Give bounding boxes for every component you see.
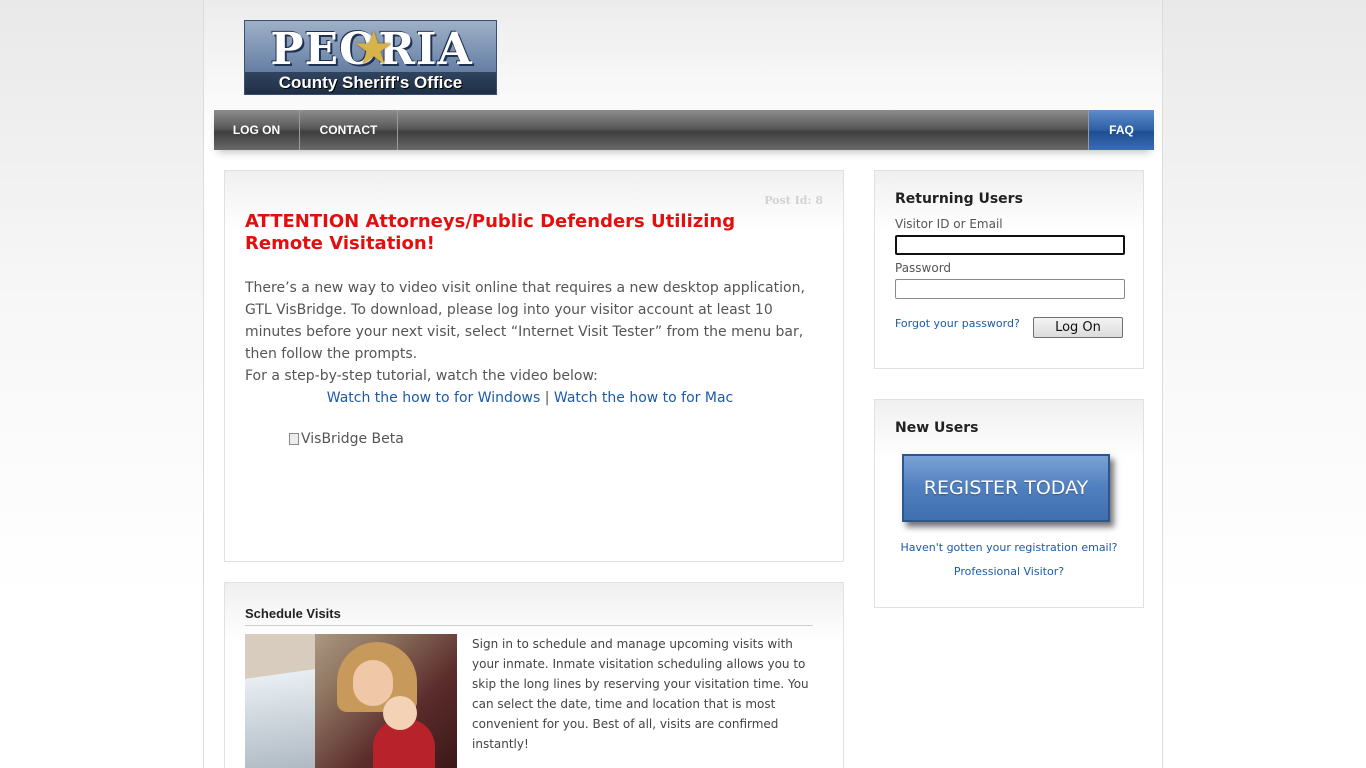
registration-email-link[interactable]: Haven't gotten your registration email? — [875, 541, 1143, 554]
nav-item-contact[interactable]: CONTACT — [300, 110, 398, 150]
announcement-panel: Post Id: 8 ATTENTION Attorneys/Public De… — [224, 170, 844, 562]
schedule-visits-photo — [245, 634, 457, 768]
new-users-title: New Users — [895, 420, 979, 436]
new-users-panel: New Users REGISTER TODAY Haven't gotten … — [874, 399, 1144, 608]
site-logo[interactable]: PEORIA ★ County Sheriff's Office — [244, 20, 497, 95]
schedule-visits-text: Sign in to schedule and manage upcoming … — [472, 637, 809, 751]
nav-item-faq[interactable]: FAQ — [1088, 110, 1154, 150]
visbridge-image-alt: VisBridge Beta — [301, 431, 404, 447]
password-input[interactable] — [895, 279, 1125, 299]
returning-users-panel: Returning Users Visitor ID or Email Pass… — [874, 170, 1144, 369]
password-label: Password — [895, 261, 952, 275]
page-container: PEORIA ★ County Sheriff's Office LOG ON … — [203, 0, 1163, 768]
mac-tutorial-link[interactable]: Watch the how to for Mac — [554, 390, 733, 406]
log-on-button[interactable]: Log On — [1033, 317, 1123, 338]
post-id: Post Id: 8 — [764, 194, 823, 207]
post-paragraph-1: There’s a new way to video visit online … — [245, 280, 805, 362]
post-paragraph-2: For a step-by-step tutorial, watch the v… — [245, 368, 598, 384]
post-headline: ATTENTION Attorneys/Public Defenders Uti… — [245, 211, 736, 254]
visitor-id-input[interactable] — [895, 235, 1125, 255]
professional-visitor-link[interactable]: Professional Visitor? — [875, 565, 1143, 578]
main-nav: LOG ON CONTACT FAQ — [214, 110, 1154, 150]
visitor-id-label: Visitor ID or Email — [895, 217, 1003, 231]
schedule-visits-title: Schedule Visits — [245, 606, 813, 626]
tutorial-links: Watch the how to for Windows | Watch the… — [245, 387, 815, 409]
visbridge-image: VisBridge Beta — [289, 431, 404, 447]
schedule-visits-panel: Schedule Visits Sign in to schedule and … — [224, 582, 844, 768]
link-separator: | — [540, 390, 554, 406]
returning-users-title: Returning Users — [895, 191, 1023, 207]
broken-image-icon — [289, 433, 299, 445]
sheriff-star-icon: ★ — [353, 22, 395, 74]
register-today-button[interactable]: REGISTER TODAY — [902, 454, 1110, 522]
logo-subtitle: County Sheriff's Office — [245, 72, 496, 94]
forgot-password-link[interactable]: Forgot your password? — [895, 317, 1020, 330]
windows-tutorial-link[interactable]: Watch the how to for Windows — [327, 390, 541, 406]
nav-item-log-on[interactable]: LOG ON — [214, 110, 300, 150]
